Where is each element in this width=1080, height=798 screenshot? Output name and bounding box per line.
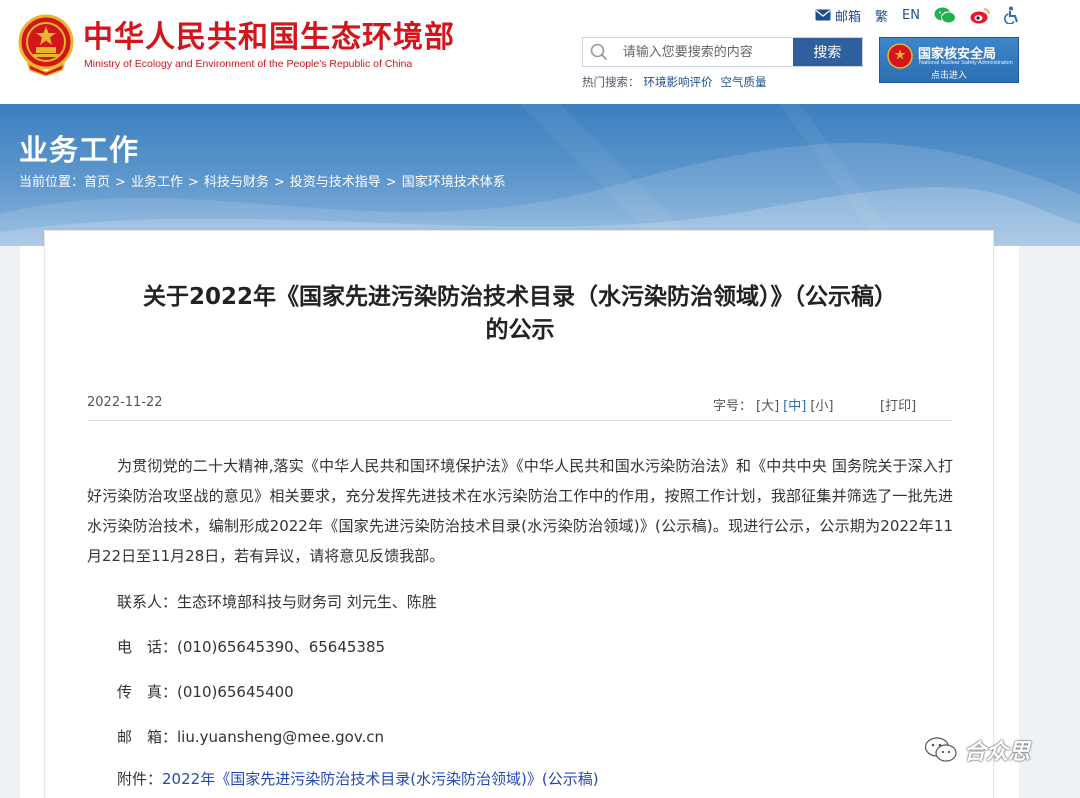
font-size-controls: 字号： [大] [中] [小] bbox=[713, 395, 833, 414]
search-icon[interactable] bbox=[583, 38, 615, 66]
print-button[interactable]: [打印] bbox=[880, 395, 916, 414]
site-subtitle: Ministry of Ecology and Environment of t… bbox=[84, 58, 413, 70]
font-size-medium-button[interactable]: [中] bbox=[783, 399, 806, 414]
contact-value: (010)65645400 bbox=[177, 683, 294, 701]
hot-search: 热门搜索： 环境影响评价 空气质量 bbox=[582, 74, 767, 90]
wechat-icon bbox=[934, 7, 956, 23]
publish-date: 2022-11-22 bbox=[87, 395, 163, 410]
nnsa-banner-link[interactable]: 国家核安全局 National Nuclear Safety Administr… bbox=[879, 37, 1019, 83]
search-button[interactable]: 搜索 bbox=[792, 38, 862, 66]
breadcrumb-item[interactable]: 科技与财务 bbox=[204, 175, 269, 190]
contact-value[interactable]: liu.yuansheng@mee.gov.cn bbox=[177, 728, 384, 746]
national-emblem-icon[interactable] bbox=[18, 14, 74, 76]
english-link[interactable]: EN bbox=[902, 8, 920, 23]
article-paragraph: 为贯彻党的二十大精神,落实《中华人民共和国环境保护法》《中华人民共和国水污染防治… bbox=[87, 457, 953, 565]
weibo-link[interactable] bbox=[970, 7, 990, 24]
mail-link[interactable]: 邮箱 bbox=[815, 6, 861, 25]
wechat-link[interactable] bbox=[934, 7, 956, 24]
traditional-chinese-link[interactable]: 繁 bbox=[875, 6, 888, 25]
article-card: 关于2022年《国家先进污染防治技术目录（水污染防治领域）》（公示稿） 的公示 … bbox=[44, 230, 994, 798]
contact-label: 联系人： bbox=[117, 593, 178, 611]
contact-label: 传 真： bbox=[117, 683, 178, 701]
contact-value: (010)65645390、65645385 bbox=[177, 638, 386, 656]
nnsa-subtitle: National Nuclear Safety Administration bbox=[919, 60, 1013, 66]
contact-value: 生态环境部科技与财务司 刘元生、陈胜 bbox=[177, 593, 437, 611]
breadcrumb-item[interactable]: 业务工作 bbox=[131, 175, 183, 190]
page-background bbox=[0, 246, 20, 798]
search-input[interactable] bbox=[614, 38, 793, 66]
breadcrumb-label: 当前位置： bbox=[19, 175, 85, 190]
mail-icon bbox=[815, 9, 831, 21]
article-title: 关于2022年《国家先进污染防治技术目录（水污染防治领域）》（公示稿） 的公示 bbox=[45, 281, 995, 347]
attachment: 附件：2022年《国家先进污染防治技术目录(水污染防治领域)》(公示稿) bbox=[117, 768, 599, 789]
article-meta: 2022-11-22 字号： [大] [中] [小] [打印] bbox=[87, 395, 953, 421]
site-title[interactable]: 中华人民共和国生态环境部 bbox=[83, 20, 455, 56]
nnsa-enter-label: 点击进入 bbox=[930, 71, 967, 81]
attachment-label: 附件： bbox=[117, 770, 163, 788]
weibo-icon bbox=[970, 7, 990, 23]
wechat-watermark-icon bbox=[924, 737, 957, 762]
section-title: 业务工作 bbox=[19, 133, 140, 167]
section-banner: 业务工作 当前位置：首页 > 业务工作 > 科技与财务 > 投资与技术指导 > 国家环境技术体系 bbox=[0, 104, 1080, 246]
contact-person: 联系人：生态环境部科技与财务司 刘元生、陈胜 bbox=[117, 591, 437, 612]
mail-label: 邮箱 bbox=[835, 9, 862, 25]
contact-label: 电 话： bbox=[117, 638, 178, 656]
article-title-line: 关于2022年《国家先进污染防治技术目录（水污染防治领域）》（公示稿） bbox=[142, 284, 897, 310]
watermark: 合众思 bbox=[924, 734, 1030, 766]
hot-search-item[interactable]: 环境影响评价 bbox=[644, 75, 713, 89]
site-header: 中华人民共和国生态环境部 Ministry of Ecology and Env… bbox=[0, 0, 1080, 104]
nnsa-emblem-icon bbox=[887, 43, 913, 69]
attachment-link[interactable]: 2022年《国家先进污染防治技术目录(水污染防治领域)》(公示稿) bbox=[162, 770, 599, 788]
hot-search-label: 热门搜索： bbox=[582, 75, 640, 89]
top-links: 邮箱 繁 EN bbox=[801, 4, 1020, 26]
contact-phone: 电 话：(010)65645390、65645385 bbox=[117, 636, 385, 657]
contact-email: 邮 箱：liu.yuansheng@mee.gov.cn bbox=[117, 726, 384, 747]
accessibility-link[interactable] bbox=[1004, 6, 1020, 24]
watermark-text: 合众思 bbox=[964, 740, 1031, 765]
page-background bbox=[1019, 246, 1080, 798]
breadcrumb-item[interactable]: 国家环境技术体系 bbox=[402, 175, 506, 190]
font-size-label: 字号： bbox=[713, 399, 753, 414]
contact-fax: 传 真：(010)65645400 bbox=[117, 681, 294, 702]
breadcrumb-item[interactable]: 首页 bbox=[84, 175, 110, 190]
accessibility-icon bbox=[1004, 6, 1018, 24]
hot-search-item[interactable]: 空气质量 bbox=[721, 75, 767, 89]
font-size-large-button[interactable]: [大] bbox=[756, 399, 779, 414]
contact-label: 邮 箱： bbox=[117, 728, 178, 746]
article-title-line: 的公示 bbox=[485, 317, 555, 343]
font-size-small-button[interactable]: [小] bbox=[810, 399, 833, 414]
breadcrumb: 当前位置：首页 > 业务工作 > 科技与财务 > 投资与技术指导 > 国家环境技术体系 bbox=[19, 175, 506, 190]
search-box: 搜索 bbox=[582, 37, 863, 67]
breadcrumb-item[interactable]: 投资与技术指导 bbox=[290, 175, 381, 190]
